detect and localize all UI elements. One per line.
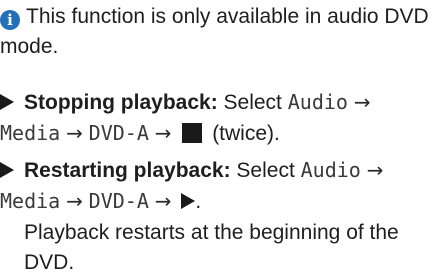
menu-item-media: Media [0, 121, 61, 145]
menu-arrow-icon: → [154, 189, 172, 213]
step-suffix: . [195, 190, 202, 213]
select-word: Select [223, 91, 282, 114]
manual-page: i This function is only available in audi… [0, 0, 441, 274]
info-note-text: This function is only available in audio… [0, 5, 429, 58]
step-bullet-icon [0, 87, 18, 117]
menu-item-dvd-a: DVD-A [88, 121, 149, 145]
select-word: Select [236, 159, 295, 182]
menu-arrow-icon: → [66, 121, 83, 145]
menu-item-media: Media [0, 189, 61, 213]
menu-arrow-icon: → [154, 121, 172, 145]
info-note: i This function is only available in audi… [0, 2, 441, 62]
menu-arrow-icon: → [353, 90, 371, 114]
step-body: Restarting playback: Select Audio → Medi… [0, 155, 441, 278]
stop-icon [182, 123, 203, 143]
step-suffix: (twice). [212, 122, 280, 145]
play-icon [181, 188, 196, 218]
menu-item-audio: Audio [287, 90, 348, 114]
step-body: Stopping playback: Select Audio → Media … [0, 87, 441, 149]
step-stopping-playback: Stopping playback: Select Audio → Media … [0, 87, 441, 149]
step-bullet-icon [0, 155, 18, 185]
step-title: Stopping playback: [24, 91, 218, 114]
menu-item-audio: Audio [300, 158, 361, 182]
step-title: Restarting playback: [24, 159, 231, 182]
info-icon: i [0, 10, 20, 30]
menu-arrow-icon: → [366, 158, 384, 182]
step-restarting-playback: Restarting playback: Select Audio → Medi… [0, 155, 441, 278]
step-result: Playback restarts at the beginning of th… [24, 221, 399, 274]
menu-arrow-icon: → [66, 189, 83, 213]
menu-item-dvd-a: DVD-A [88, 189, 149, 213]
